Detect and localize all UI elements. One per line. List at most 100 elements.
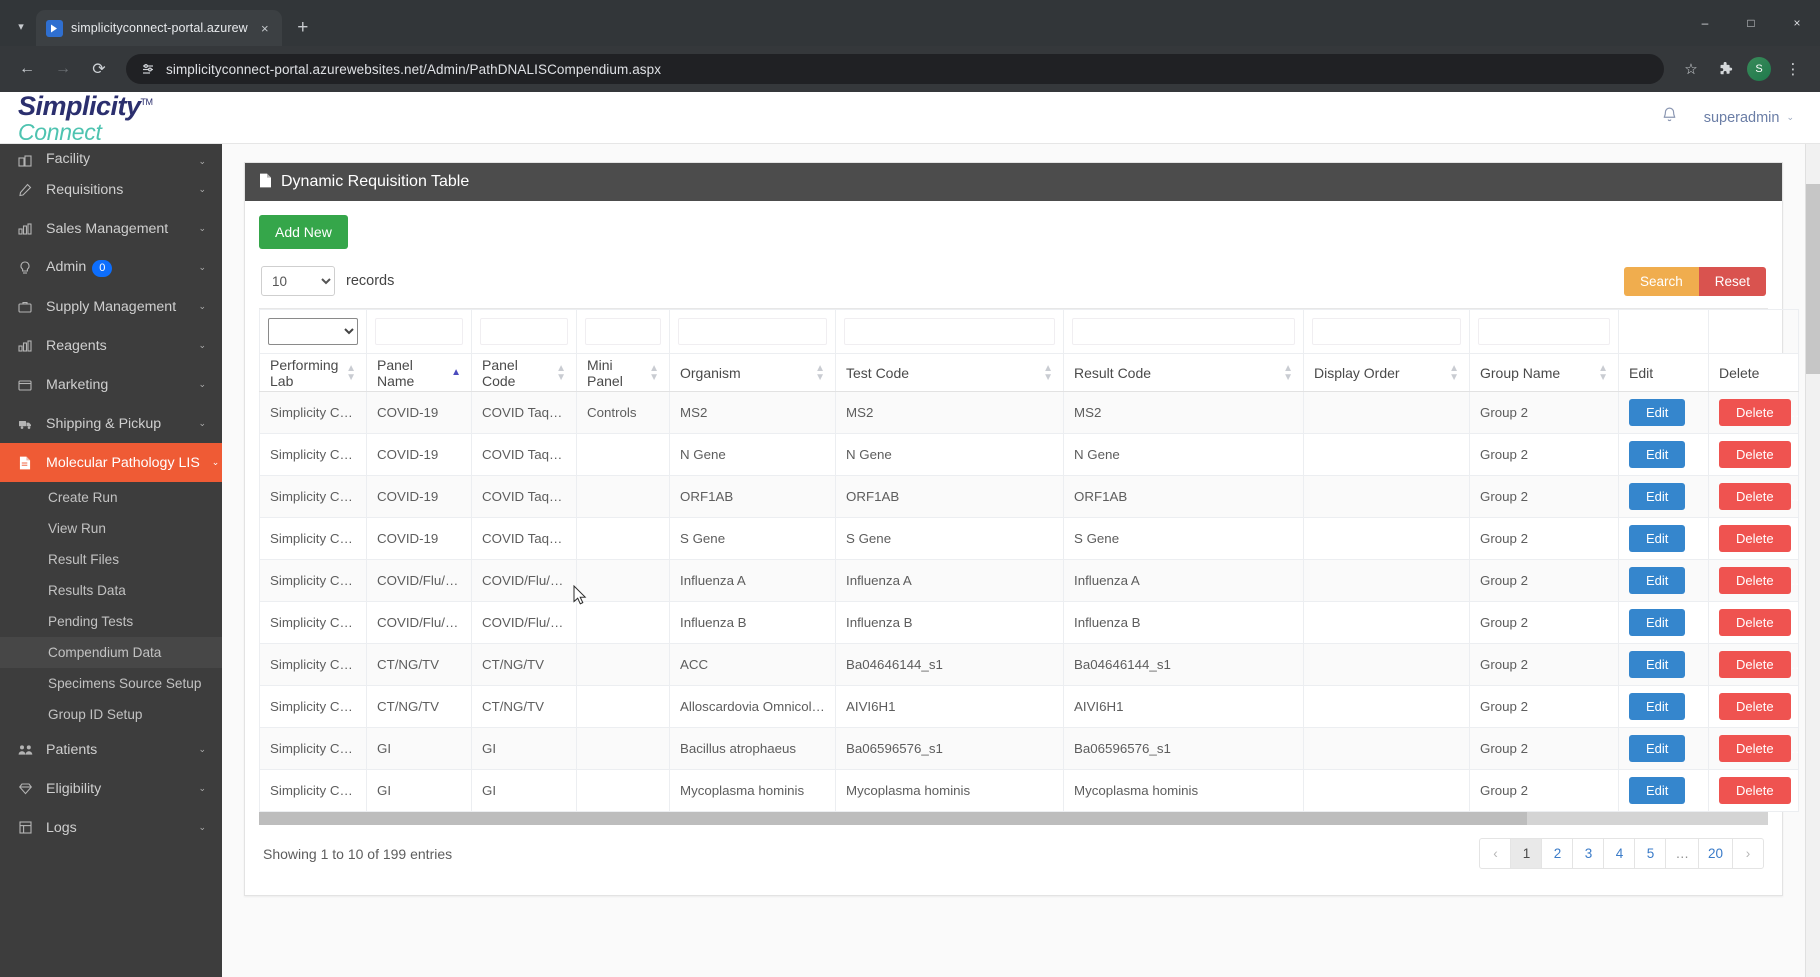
edit-button[interactable]: Edit <box>1629 525 1686 552</box>
pagination-page-20[interactable]: 20 <box>1697 838 1733 869</box>
filter-input-group_name[interactable] <box>1478 318 1610 345</box>
notifications-bell-icon[interactable] <box>1661 106 1678 129</box>
sidebar-subitem-create-run[interactable]: Create Run <box>0 482 222 513</box>
brand-logo[interactable]: SimplicityTM Connect <box>18 91 153 144</box>
column-header-panel_code[interactable]: Panel Code ▲ ▼ <box>471 353 577 392</box>
tab-close-icon[interactable]: × <box>256 19 274 37</box>
logs-icon <box>16 821 34 834</box>
sidebar-subitem-result-files[interactable]: Result Files <box>0 544 222 575</box>
sidebar-item-reagents[interactable]: Reagents ⌄ <box>0 326 222 365</box>
page-scrollbar-thumb[interactable] <box>1806 184 1820 374</box>
profile-avatar[interactable]: S <box>1744 54 1774 84</box>
scrollbar-thumb[interactable] <box>259 812 1527 825</box>
filter-input-panel_name[interactable] <box>375 318 463 345</box>
window-close-button[interactable]: × <box>1774 6 1820 40</box>
chevron-down-icon: ⌄ <box>211 457 220 467</box>
edit-button[interactable]: Edit <box>1629 567 1686 594</box>
browser-menu-icon[interactable]: ⋮ <box>1778 54 1808 84</box>
edit-button[interactable]: Edit <box>1629 651 1686 678</box>
sidebar-item-shipping-pickup[interactable]: Shipping & Pickup ⌄ <box>0 404 222 443</box>
edit-button[interactable]: Edit <box>1629 483 1686 510</box>
reset-button[interactable]: Reset <box>1698 266 1766 296</box>
records-per-page-select[interactable]: 102550100 <box>261 266 335 296</box>
edit-button[interactable]: Edit <box>1629 399 1686 426</box>
filter-input-panel_code[interactable] <box>480 318 568 345</box>
pagination-page-5[interactable]: 5 <box>1634 838 1667 869</box>
delete-button[interactable]: Delete <box>1719 567 1791 594</box>
edit-button[interactable]: Edit <box>1629 693 1686 720</box>
edit-button[interactable]: Edit <box>1629 735 1686 762</box>
sidebar-subitem-specimens-source-setup[interactable]: Specimens Source Setup <box>0 668 222 699</box>
delete-button[interactable]: Delete <box>1719 777 1791 804</box>
sidebar-item-requisitions[interactable]: Requisitions ⌄ <box>0 170 222 209</box>
search-button[interactable]: Search <box>1623 266 1699 296</box>
column-header-panel_name[interactable]: Panel Name ▲ <box>366 353 472 392</box>
add-new-button[interactable]: Add New <box>259 215 348 249</box>
filter-input-result_code[interactable] <box>1072 318 1295 345</box>
column-header-performing_lab[interactable]: Performing Lab ▲ ▼ <box>259 353 367 392</box>
forward-icon[interactable]: → <box>48 54 78 84</box>
new-tab-button[interactable]: + <box>288 13 318 43</box>
delete-button[interactable]: Delete <box>1719 399 1791 426</box>
delete-button[interactable]: Delete <box>1719 525 1791 552</box>
delete-button[interactable]: Delete <box>1719 483 1791 510</box>
tab-list-caret-icon[interactable]: ▾ <box>6 9 36 43</box>
page-scrollbar[interactable] <box>1805 144 1820 977</box>
table-horizontal-scrollbar[interactable] <box>259 812 1768 825</box>
cell-result_code: Ba04646144_s1 <box>1063 643 1304 686</box>
sidebar-item-eligibility[interactable]: Eligibility ⌄ <box>0 769 222 808</box>
filter-input-test_code[interactable] <box>844 318 1055 345</box>
sidebar-item-label: Eligibility <box>46 780 102 797</box>
sidebar-item-facility[interactable]: Facility ⌄ <box>0 144 222 170</box>
sidebar-item-logs[interactable]: Logs ⌄ <box>0 808 222 847</box>
filter-input-display_order[interactable] <box>1312 318 1461 345</box>
sidebar-item-patients[interactable]: Patients ⌄ <box>0 730 222 769</box>
address-bar[interactable]: simplicityconnect-portal.azurewebsites.n… <box>126 54 1664 84</box>
filter-input-mini_panel[interactable] <box>585 318 661 345</box>
search-reset-group: Search Reset <box>1623 266 1766 296</box>
sidebar-item-molecular-pathology-lis[interactable]: Molecular Pathology LIS ⌄ <box>0 443 222 482</box>
sidebar-item-sales-management[interactable]: Sales Management ⌄ <box>0 209 222 248</box>
sidebar-subitem-compendium-data[interactable]: Compendium Data <box>0 637 222 668</box>
delete-button[interactable]: Delete <box>1719 651 1791 678</box>
delete-button[interactable]: Delete <box>1719 609 1791 636</box>
cell-panel_code: CT/NG/TV <box>471 685 577 728</box>
pagination-page-2[interactable]: 2 <box>1541 838 1574 869</box>
window-maximize-button[interactable]: □ <box>1728 6 1774 40</box>
pagination-next[interactable]: › <box>1732 838 1764 869</box>
pagination-page-1[interactable]: 1 <box>1510 838 1543 869</box>
filter-input-organism[interactable] <box>678 318 827 345</box>
pagination-page-3[interactable]: 3 <box>1572 838 1605 869</box>
edit-button[interactable]: Edit <box>1629 609 1686 636</box>
column-header-result_code[interactable]: Result Code ▲ ▼ <box>1063 353 1304 392</box>
sidebar-subitem-view-run[interactable]: View Run <box>0 513 222 544</box>
delete-button[interactable]: Delete <box>1719 693 1791 720</box>
pagination-prev[interactable]: ‹ <box>1479 838 1512 869</box>
edit-button[interactable]: Edit <box>1629 777 1686 804</box>
user-menu[interactable]: superadmin ⌄ <box>1704 110 1794 126</box>
sidebar-subitem-results-data[interactable]: Results Data <box>0 575 222 606</box>
sidebar-item-supply-management[interactable]: Supply Management ⌄ <box>0 287 222 326</box>
column-header-mini_panel[interactable]: Mini Panel ▲ ▼ <box>576 353 670 392</box>
pagination-page-4[interactable]: 4 <box>1603 838 1636 869</box>
bookmark-star-icon[interactable]: ☆ <box>1676 54 1706 84</box>
sidebar-item-admin[interactable]: Admin 0 ⌄ <box>0 248 222 287</box>
reload-icon[interactable]: ⟳ <box>84 54 114 84</box>
site-settings-icon[interactable] <box>140 61 156 77</box>
delete-button[interactable]: Delete <box>1719 441 1791 468</box>
filter-select-performing_lab[interactable] <box>268 318 358 345</box>
sidebar-item-marketing[interactable]: Marketing ⌄ <box>0 365 222 404</box>
column-header-test_code[interactable]: Test Code ▲ ▼ <box>835 353 1064 392</box>
column-header-organism[interactable]: Organism ▲ ▼ <box>669 353 836 392</box>
back-icon[interactable]: ← <box>12 54 42 84</box>
sidebar-subitem-pending-tests[interactable]: Pending Tests <box>0 606 222 637</box>
browser-tab[interactable]: simplicityconnect-portal.azurew × <box>36 10 282 46</box>
extensions-icon[interactable] <box>1710 54 1740 84</box>
column-header-display_order[interactable]: Display Order ▲ ▼ <box>1303 353 1470 392</box>
window-minimize-button[interactable]: – <box>1682 6 1728 40</box>
column-header-group_name[interactable]: Group Name ▲ ▼ <box>1469 353 1619 392</box>
edit-button[interactable]: Edit <box>1629 441 1686 468</box>
sidebar-subitem-group-id-setup[interactable]: Group ID Setup <box>0 699 222 730</box>
delete-button[interactable]: Delete <box>1719 735 1791 762</box>
cell-group_name: Group 2 <box>1469 769 1619 812</box>
